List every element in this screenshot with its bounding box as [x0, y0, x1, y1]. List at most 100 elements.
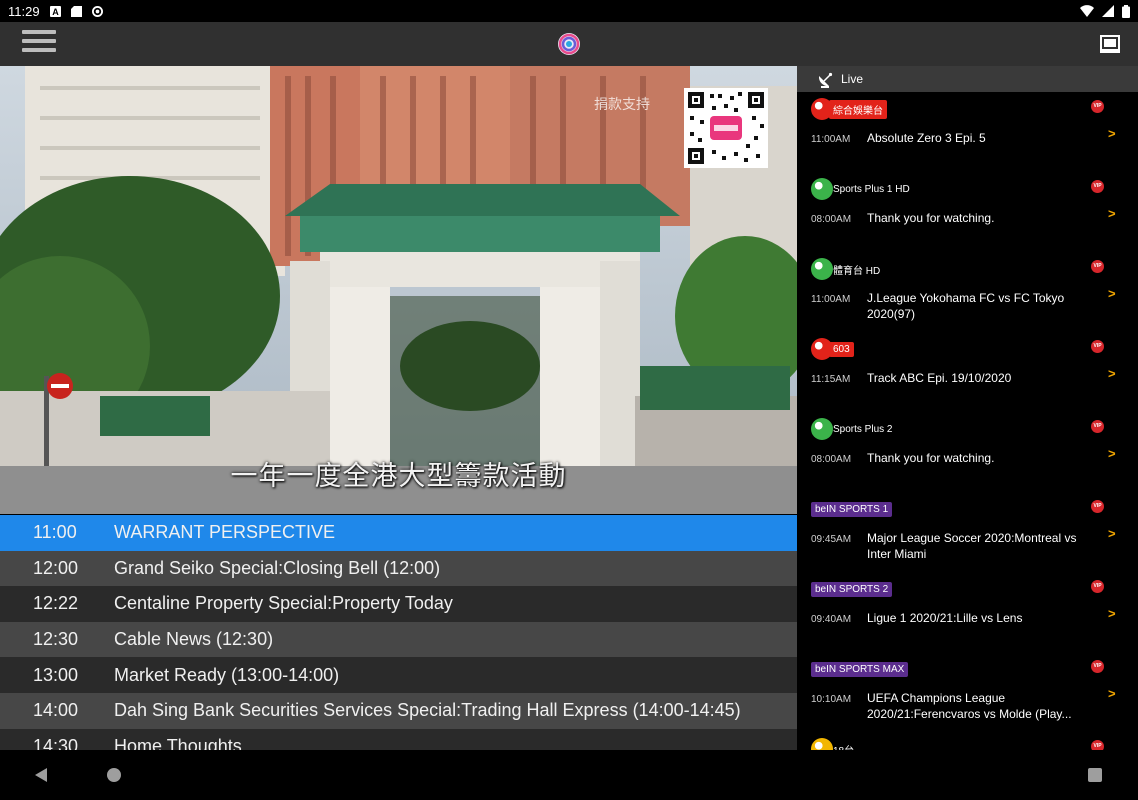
channel-logo: 綜合娛樂台 [811, 98, 887, 120]
vip-badge: VIP [1091, 500, 1104, 513]
schedule-title: Home Thoughts [114, 735, 242, 750]
channel-time: 09:40AM [811, 614, 852, 625]
app-logo-icon [558, 33, 580, 55]
video-player[interactable]: 捐款支持 一年一度全港大型籌款活動 [0, 66, 797, 514]
channel-time: 10:10AM [811, 694, 852, 705]
channel-time: 08:00AM [811, 214, 852, 225]
home-circle-icon[interactable] [107, 768, 121, 782]
schedule-row[interactable]: 11:00 WARRANT PERSPECTIVE [0, 515, 797, 551]
vip-badge: VIP [1091, 180, 1104, 193]
battery-icon [1122, 4, 1130, 18]
schedule-row[interactable]: 14:00 Dah Sing Bank Securities Services S… [0, 692, 797, 729]
wifi-icon [1080, 5, 1094, 17]
chevron-right-icon: > [1108, 526, 1116, 541]
schedule-time: 14:30 [33, 735, 79, 750]
hamburger-menu-icon[interactable] [22, 30, 56, 58]
channel-program: Track ABC Epi. 19/10/2020 [867, 371, 1012, 385]
vip-badge: VIP [1091, 420, 1104, 433]
chevron-right-icon: > [1108, 366, 1116, 381]
channel-program: J.League Yokohama FC vs FC Tokyo 2020(97… [867, 291, 1065, 321]
channel-logo-text: Sports Plus 2 [833, 423, 893, 435]
schedule-row[interactable]: 12:22 Centaline Property Special:Property… [0, 586, 797, 622]
channel-program: Thank you for watching. [867, 451, 995, 465]
channel-logo-text: beIN SPORTS 1 [811, 501, 893, 517]
channel-program: Absolute Zero 3 Epi. 5 [867, 131, 986, 145]
channel-time: 08:00AM [811, 454, 852, 465]
channel-program: Ligue 1 2020/21:Lille vs Lens [867, 611, 1023, 625]
channel-item[interactable]: 綜合娛樂台 VIP 11:00AM Absolute Zero 3 Epi. 5 > [797, 92, 1138, 172]
cast-icon[interactable] [1098, 32, 1122, 56]
live-header-label: Live [841, 72, 864, 86]
recent-apps-square-icon[interactable] [1088, 768, 1102, 782]
back-triangle-icon[interactable] [34, 767, 48, 783]
schedule-time: 12:22 [33, 593, 79, 614]
channel-time: 11:15AM [811, 374, 851, 385]
channel-logo: beIN SPORTS MAX [811, 658, 909, 680]
channel-item[interactable]: Sports Plus 1 HD VIP 08:00AM Thank you for … [797, 172, 1138, 252]
schedule-time: 13:00 [33, 664, 79, 685]
channel-item[interactable]: 603 VIP 11:15AM Track ABC Epi. 19/10/2020 > [797, 332, 1138, 412]
channel-logo: 18台 [811, 738, 858, 750]
schedule-time: 12:30 [33, 629, 79, 650]
channel-item[interactable]: Sports Plus 2 VIP 08:00AM Thank you for wat… [797, 412, 1138, 492]
vip-badge: VIP [1091, 340, 1104, 353]
chevron-right-icon: > [1108, 686, 1116, 701]
channel-item[interactable]: beIN SPORTS MAX VIP 10:10AM UEFA Champions … [797, 652, 1138, 732]
schedule-title: Centaline Property Special:Property Toda… [114, 593, 453, 614]
channel-logo-text: 綜合娛樂台 [829, 99, 887, 119]
status-bar: 11:29 A [0, 0, 1138, 22]
app-bar [0, 22, 1138, 66]
channel-logo-text: beIN SPORTS 2 [811, 581, 893, 597]
sd-card-icon [70, 5, 82, 17]
schedule-time: 11:00 [33, 522, 77, 543]
channel-logo: Sports Plus 2 [811, 418, 896, 440]
channel-logo: 603 [811, 338, 854, 360]
channel-logo: beIN SPORTS 2 [811, 578, 893, 600]
video-subtitle: 一年一度全港大型籌款活動 [230, 461, 567, 492]
program-schedule-list[interactable]: 11:00 WARRANT PERSPECTIVE 12:00 Grand Seiko… [0, 515, 797, 750]
sync-icon [91, 5, 103, 17]
schedule-time: 14:00 [33, 700, 79, 721]
channel-program: UEFA Champions League 2020/21:Ferencvaro… [867, 691, 1072, 721]
chevron-right-icon: > [1108, 206, 1116, 221]
status-time: 11:29 [8, 3, 40, 19]
chevron-right-icon: > [1108, 126, 1116, 141]
schedule-row[interactable]: 14:30 Home Thoughts [0, 728, 797, 750]
channel-item[interactable]: beIN SPORTS 2 VIP 09:40AM Ligue 1 2020/21:L… [797, 572, 1138, 652]
video-watermark: 捐款支持 [594, 97, 650, 113]
channel-logo-text: Sports Plus 1 HD [833, 183, 910, 195]
vip-badge: VIP [1091, 660, 1104, 673]
channel-logo: 體育台 HD [811, 258, 884, 280]
channel-logo: beIN SPORTS 1 [811, 498, 893, 520]
schedule-row[interactable]: 13:00 Market Ready (13:00-14:00) [0, 657, 797, 693]
chevron-right-icon: > [1108, 286, 1116, 301]
video-frame-image [0, 66, 797, 514]
channel-item[interactable]: beIN SPORTS 1 VIP 09:45AM Major League Socc… [797, 492, 1138, 572]
vip-badge: VIP [1091, 740, 1104, 750]
qr-code-icon [684, 88, 768, 168]
live-header: Live [797, 66, 1138, 92]
chevron-right-icon: > [1108, 606, 1116, 621]
channel-logo: Sports Plus 1 HD [811, 178, 914, 200]
channel-time: 11:00AM [811, 294, 851, 305]
schedule-title: Dah Sing Bank Securities Services Specia… [114, 700, 741, 721]
channel-logo-text: 18台 [829, 740, 858, 751]
schedule-row[interactable]: 12:00 Grand Seiko Special:Closing Bell (1… [0, 550, 797, 587]
vip-badge: VIP [1091, 580, 1104, 593]
schedule-row[interactable]: 12:30 Cable News (12:30) [0, 621, 797, 658]
channel-item[interactable]: 體育台 HD VIP 11:00AM J.League Yokohama FC vs … [797, 252, 1138, 332]
svg-text:A: A [52, 7, 59, 17]
channel-program: Major League Soccer 2020:Montreal vs Int… [867, 531, 1077, 561]
vip-badge: VIP [1091, 100, 1104, 113]
live-channel-panel: Live 綜合娛樂台 VIP 11:00AM Absolute Zero 3 Epi.… [797, 66, 1138, 750]
channel-list: 綜合娛樂台 VIP 11:00AM Absolute Zero 3 Epi. 5 > Sp… [797, 92, 1138, 750]
channel-time: 09:45AM [811, 534, 852, 545]
schedule-title: WARRANT PERSPECTIVE [114, 522, 336, 543]
channel-logo-text: 體育台 HD [833, 265, 881, 277]
schedule-title: Grand Seiko Special:Closing Bell (12:00) [114, 557, 441, 578]
channel-logo-text: 603 [829, 341, 854, 357]
channel-item[interactable]: 18台 VIP [797, 732, 1138, 750]
channel-time: 11:00AM [811, 134, 851, 145]
vip-badge: VIP [1091, 260, 1104, 273]
schedule-title: Market Ready (13:00-14:00) [114, 664, 340, 685]
